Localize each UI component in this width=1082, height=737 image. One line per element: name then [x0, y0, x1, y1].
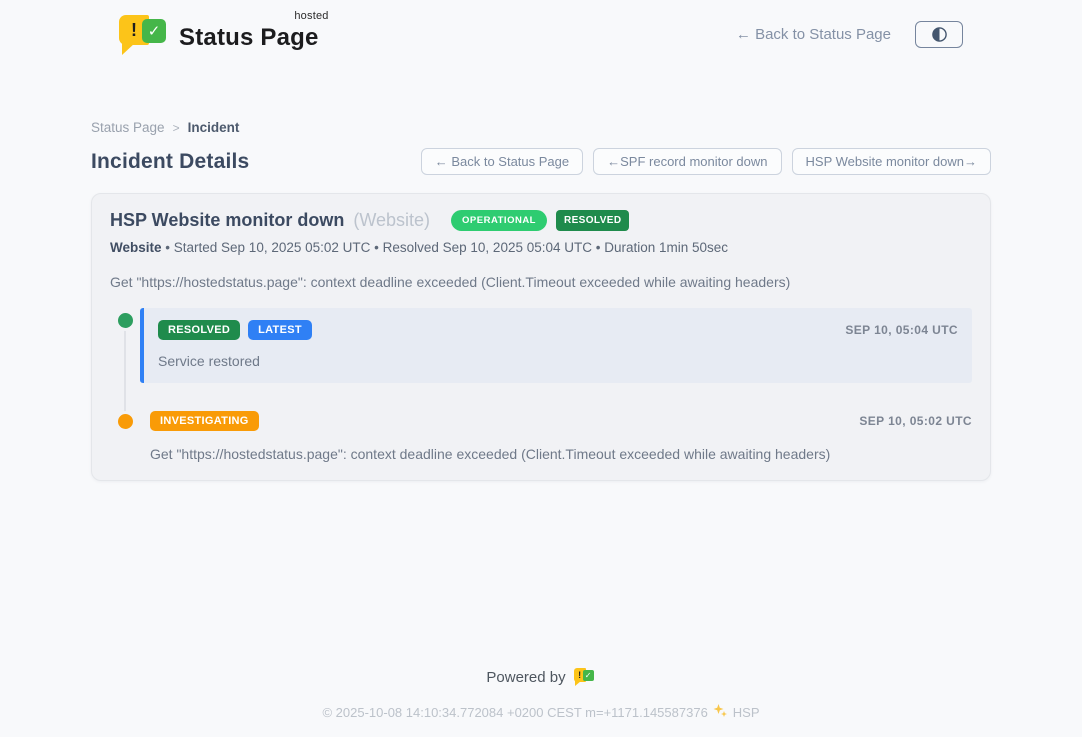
logo-text: hosted Status Page [179, 16, 319, 52]
timeline-latest-badge: LATEST [248, 320, 312, 340]
incident-meta-details: • Started Sep 10, 2025 05:02 UTC • Resol… [165, 240, 728, 255]
incident-title: HSP Website monitor down [110, 210, 344, 231]
logo-bubble-tail [122, 43, 135, 55]
incident-timeline: RESOLVED LATEST SEP 10, 05:04 UTC Servic… [110, 308, 972, 462]
breadcrumb: Status Page > Incident [91, 120, 991, 135]
copyright-line: © 2025-10-08 14:10:34.772084 +0200 CEST … [0, 703, 1082, 721]
footer: Powered by ! ✓ © 2025-10-08 14:10:34.772… [0, 667, 1082, 721]
back-to-status-page-button[interactable]: ← Back to Status Page [421, 148, 583, 175]
incident-card: HSP Website monitor down (Website) OPERA… [91, 193, 991, 481]
prev-incident-button[interactable]: ←SPF record monitor down [593, 148, 781, 175]
timeline-message: Service restored [158, 353, 958, 369]
main-content: Status Page > Incident Incident Details … [91, 120, 991, 481]
incident-title-row: HSP Website monitor down (Website) OPERA… [110, 210, 972, 231]
timeline-message: Get "https://hostedstatus.page": context… [150, 446, 972, 462]
copyright-brand: HSP [733, 705, 760, 720]
mini-logo-tail [575, 681, 581, 686]
timeline-timestamp: SEP 10, 05:02 UTC [859, 414, 972, 428]
back-to-status-page-link[interactable]: ← Back to Status Page [736, 26, 891, 43]
timeline-resolved-badge: RESOLVED [158, 320, 240, 340]
timeline-entry-resolved: RESOLVED LATEST SEP 10, 05:04 UTC Servic… [110, 308, 972, 383]
incident-component: (Website) [353, 210, 430, 231]
logo-brand: Status Page [179, 24, 319, 51]
timeline-dot-column [110, 409, 140, 462]
logo-check-shape: ✓ [142, 19, 166, 43]
incident-meta: Website • Started Sep 10, 2025 05:02 UTC… [110, 240, 972, 255]
timeline-timestamp: SEP 10, 05:04 UTC [845, 323, 958, 337]
statuspage-logo-icon: ! ✓ [119, 12, 169, 56]
mini-logo-check: ✓ [583, 670, 594, 681]
title-row: Incident Details ← Back to Status Page ←… [91, 148, 991, 175]
logo-hosted-superscript: hosted [294, 10, 328, 22]
powered-by-link[interactable]: Powered by ! ✓ [486, 667, 595, 687]
half-circle-icon [931, 26, 948, 43]
breadcrumb-incident: Incident [188, 120, 240, 135]
header: ! ✓ hosted Status Page ← Back to Status … [91, 0, 991, 56]
timeline-investigating-badge: INVESTIGATING [150, 411, 259, 431]
breadcrumb-status-page[interactable]: Status Page [91, 120, 165, 135]
timeline-entry-content-latest: RESOLVED LATEST SEP 10, 05:04 UTC Servic… [140, 308, 972, 383]
page-title: Incident Details [91, 150, 249, 174]
powered-by-label: Powered by [486, 669, 565, 686]
incident-meta-component: Website [110, 240, 162, 255]
timeline-entry-content: INVESTIGATING SEP 10, 05:02 UTC Get "htt… [140, 409, 972, 462]
timeline-dot-green [118, 313, 133, 328]
header-actions: ← Back to Status Page [736, 21, 963, 48]
timeline-dot-orange [118, 414, 133, 429]
timeline-entry-header: RESOLVED LATEST SEP 10, 05:04 UTC [158, 320, 958, 340]
theme-toggle-button[interactable] [915, 21, 963, 48]
breadcrumb-separator: > [173, 121, 180, 135]
next-incident-button[interactable]: HSP Website monitor down→ [792, 148, 991, 175]
statuspage-logo[interactable]: ! ✓ hosted Status Page [119, 12, 319, 56]
timeline-entry-investigating: INVESTIGATING SEP 10, 05:02 UTC Get "htt… [110, 409, 972, 462]
timeline-entry-header: INVESTIGATING SEP 10, 05:02 UTC [150, 411, 972, 431]
copyright-text: © 2025-10-08 14:10:34.772084 +0200 CEST … [322, 705, 707, 720]
resolved-status-badge: RESOLVED [556, 210, 629, 231]
sparkles-icon [713, 703, 728, 721]
timeline-connector-line [124, 328, 126, 418]
incident-description: Get "https://hostedstatus.page": context… [110, 274, 972, 290]
incident-nav-buttons: ← Back to Status Page ←SPF record monito… [421, 148, 991, 175]
statuspage-mini-logo-icon: ! ✓ [574, 667, 596, 687]
operational-status-badge: OPERATIONAL [451, 210, 547, 231]
